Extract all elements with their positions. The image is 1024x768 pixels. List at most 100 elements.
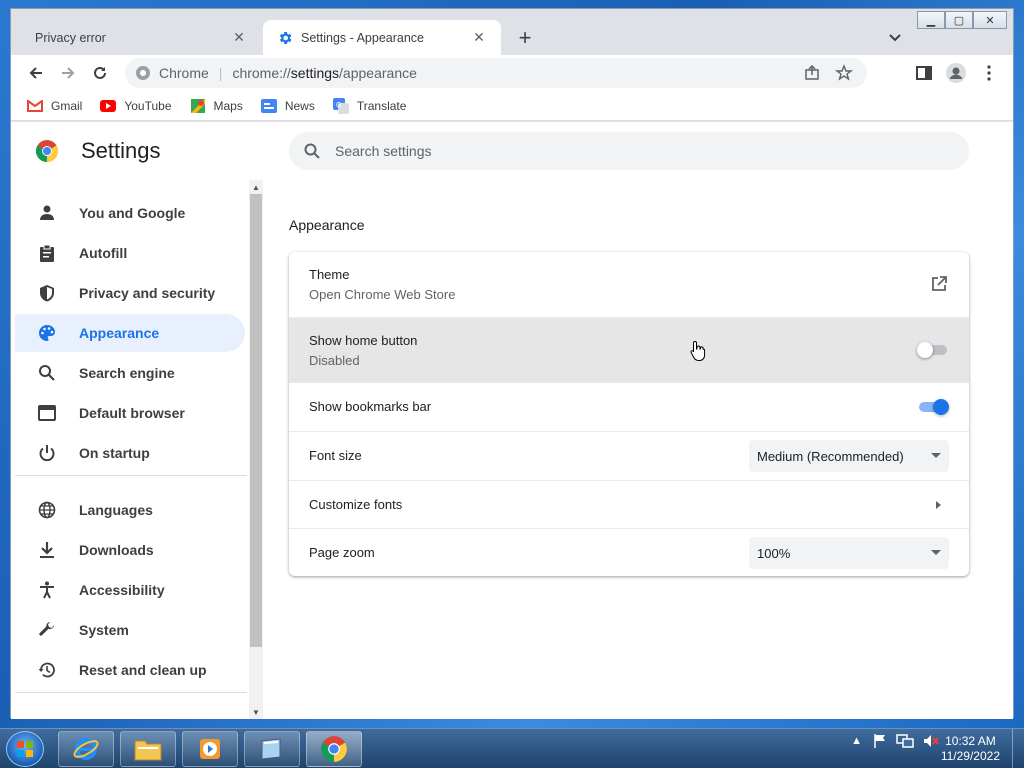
sidebar-item-appearance[interactable]: Appearance (15, 314, 245, 352)
sidebar-item-autofill[interactable]: Autofill (15, 234, 245, 272)
search-icon (37, 363, 57, 383)
reload-icon (94, 66, 106, 79)
taskbar-chrome-button[interactable] (306, 731, 362, 767)
search-icon (304, 143, 320, 159)
translate-icon: G (332, 97, 349, 114)
bookmark-label: Maps (213, 98, 243, 113)
tray-expand-icon[interactable]: ▲ (851, 735, 862, 747)
scrollbar-thumb[interactable] (250, 194, 262, 647)
sidebar-item-languages[interactable]: Languages (15, 491, 245, 529)
more-vert-icon[interactable] (980, 64, 998, 82)
show-desktop-button[interactable] (1012, 729, 1024, 768)
theme-sub: Open Chrome Web Store (309, 287, 456, 302)
bookmark-gmail[interactable]: Gmail (27, 98, 82, 114)
home-button-label: Show home button (309, 333, 418, 348)
gmail-icon (27, 98, 43, 114)
windows-logo-icon (17, 741, 33, 757)
bookmark-label: News (284, 98, 315, 113)
close-icon[interactable]: ✕ (231, 29, 247, 46)
chevron-down-icon[interactable] (885, 27, 905, 47)
maximize-button[interactable]: ▢ (945, 11, 973, 29)
volume-muted-icon[interactable] (922, 733, 940, 749)
minimize-button[interactable]: ▁ (917, 11, 945, 29)
theme-label: Theme (309, 267, 350, 282)
home-button-toggle[interactable] (917, 342, 949, 358)
taskbar-ie-button[interactable] (58, 731, 114, 767)
toggle-knob (933, 399, 949, 415)
clipboard-icon (37, 243, 57, 263)
sidebar-scrollbar[interactable]: ▲ ▼ (249, 180, 263, 719)
bookmark-youtube[interactable]: YouTube (100, 98, 172, 114)
settings-page: Settings Search settings You and Google … (11, 122, 1013, 719)
search-settings-input[interactable]: Search settings (289, 132, 969, 170)
font-size-select[interactable]: Medium (Recommended) (749, 440, 949, 472)
forward-button[interactable] (56, 61, 80, 85)
page-zoom-select[interactable]: 100% (749, 537, 949, 569)
sidebar-item-accessibility[interactable]: Accessibility (15, 571, 245, 609)
reload-button[interactable] (88, 61, 112, 85)
globe-icon (37, 500, 57, 520)
bookmarks-bar-row[interactable]: Show bookmarks bar (289, 382, 969, 431)
sidebar-item-downloads[interactable]: Downloads (15, 531, 245, 569)
window-close-button[interactable]: ✕ (973, 11, 1007, 29)
taskbar-app-button[interactable] (244, 731, 300, 767)
taskbar-media-player-button[interactable] (182, 731, 238, 767)
side-panel-icon[interactable] (915, 64, 933, 82)
hand-cursor-icon (690, 340, 706, 361)
share-icon[interactable] (803, 64, 821, 82)
sidebar-item-label: Downloads (79, 542, 154, 558)
page-zoom-row: Page zoom 100% (289, 528, 969, 576)
arrow-right-icon (62, 67, 75, 79)
taskbar-clock[interactable]: 10:32 AM 11/29/2022 (941, 734, 1000, 764)
bookmark-translate[interactable]: G Translate (332, 97, 406, 114)
tab-title: Privacy error (35, 30, 106, 45)
tab-privacy-error[interactable]: Privacy error ✕ (21, 20, 261, 55)
sidebar-item-reset-and-clean-up[interactable]: Reset and clean up (15, 651, 245, 689)
bookmark-maps[interactable]: Maps (190, 98, 243, 114)
dropdown-arrow-icon (931, 453, 941, 458)
customize-fonts-row[interactable]: Customize fonts (289, 480, 969, 528)
bookmark-news[interactable]: News (260, 98, 315, 114)
toggle-knob (917, 342, 933, 358)
open-in-new-icon[interactable] (929, 274, 949, 294)
back-button[interactable] (24, 61, 48, 85)
home-button-sub: Disabled (309, 353, 360, 368)
start-button[interactable] (6, 731, 44, 767)
taskbar-explorer-button[interactable] (120, 731, 176, 767)
dropdown-arrow-icon (931, 550, 941, 555)
sidebar-item-search-engine[interactable]: Search engine (15, 354, 245, 392)
font-size-row: Font size Medium (Recommended) (289, 431, 969, 480)
tab-settings-appearance[interactable]: Settings - Appearance ✕ (263, 20, 501, 55)
theme-row[interactable]: Theme Open Chrome Web Store (289, 252, 969, 317)
flag-icon[interactable] (872, 733, 888, 749)
font-size-value: Medium (Recommended) (757, 448, 904, 464)
bookmarks-bar-toggle[interactable] (917, 399, 949, 415)
star-icon[interactable] (835, 64, 853, 82)
folder-icon (134, 740, 162, 761)
page-zoom-label: Page zoom (309, 545, 375, 560)
new-tab-button[interactable]: + (513, 25, 537, 50)
bookmarks-bar: Gmail YouTube Maps News G Translate (11, 91, 1013, 121)
settings-sidebar: You and Google Autofill Privacy and secu… (11, 180, 263, 719)
person-icon (37, 203, 57, 223)
profile-avatar-icon[interactable] (945, 62, 967, 84)
scroll-up-icon[interactable]: ▲ (249, 180, 263, 194)
sidebar-item-on-startup[interactable]: On startup (15, 434, 245, 472)
sidebar-item-default-browser[interactable]: Default browser (15, 394, 245, 432)
tab-strip: Privacy error ✕ Settings - Appearance ✕ … (11, 9, 1013, 55)
customize-fonts-label: Customize fonts (309, 497, 403, 512)
home-button-row[interactable]: Show home button Disabled (289, 317, 969, 382)
system-tray: ▲ (851, 733, 940, 749)
sidebar-item-you-and-google[interactable]: You and Google (15, 194, 245, 232)
font-size-label: Font size (309, 448, 362, 463)
sidebar-item-privacy-and-security[interactable]: Privacy and security (15, 274, 245, 312)
sidebar-item-system[interactable]: System (15, 611, 245, 649)
media-player-icon (200, 739, 220, 759)
network-icon[interactable] (896, 733, 914, 749)
clock-time: 10:32 AM (945, 734, 996, 748)
scroll-down-icon[interactable]: ▼ (249, 705, 263, 719)
page-zoom-value: 100% (757, 545, 791, 561)
close-icon[interactable]: ✕ (471, 29, 487, 46)
address-bar[interactable]: Chrome | chrome://settings/appearance (125, 58, 867, 88)
chrome-logo-icon (36, 140, 58, 162)
